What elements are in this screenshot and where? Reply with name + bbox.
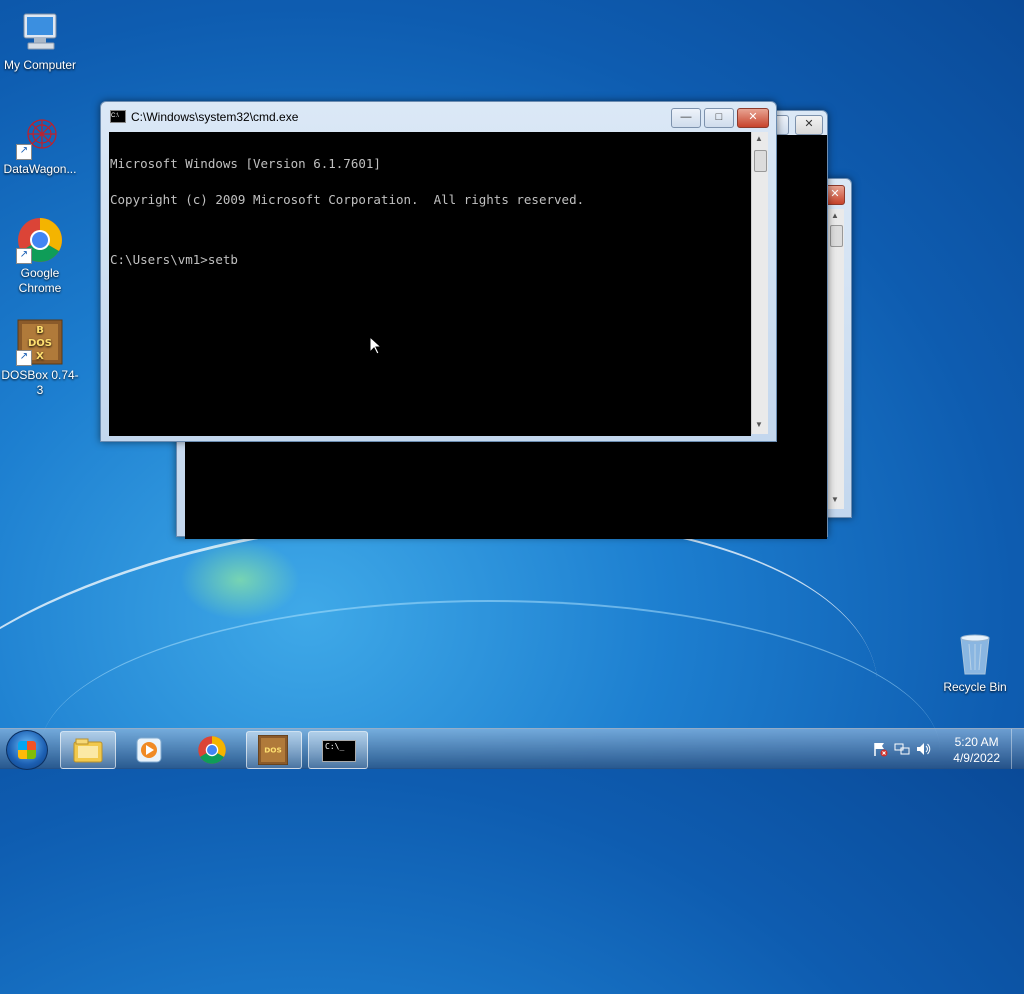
clock[interactable]: 5:20 AM 4/9/2022 [953, 734, 1000, 766]
show-desktop-button[interactable] [1011, 729, 1024, 769]
console-output-area[interactable]: Microsoft Windows [Version 6.1.7601] Cop… [109, 132, 751, 436]
console-prompt-line[interactable]: C:\Users\vm1>setb [110, 253, 750, 266]
start-button[interactable] [6, 730, 48, 770]
desktop-icon-recycle-bin[interactable]: Recycle Bin [935, 630, 1015, 695]
desktop-icon-google-chrome[interactable]: ↗ Google Chrome [0, 216, 80, 296]
window-title: C:\Windows\system32\cmd.exe [131, 110, 299, 124]
desktop-icon-datawagon[interactable]: ↗ DataWagon... [0, 112, 80, 177]
scroll-thumb[interactable] [830, 225, 843, 247]
action-center-flag-icon[interactable] [872, 741, 888, 757]
scroll-down-icon[interactable]: ▼ [755, 420, 763, 429]
dosbox-icon: B DOS X ↗ [16, 318, 64, 366]
computer-icon [16, 8, 64, 56]
svg-text:DOS: DOS [28, 338, 52, 349]
taskbar-item-cmd[interactable]: C:\_ [308, 731, 368, 769]
close-button[interactable]: ✕ [825, 185, 845, 205]
windows-explorer-icon [73, 738, 103, 763]
taskbar-item-media-player[interactable] [122, 731, 176, 767]
cmd-icon: C:\ [110, 110, 126, 123]
console-line: Copyright (c) 2009 Microsoft Corporation… [110, 192, 585, 207]
desktop-icon-label: My Computer [3, 58, 77, 72]
network-icon[interactable] [894, 741, 910, 757]
desktop-icon-label: DataWagon... [3, 162, 77, 176]
cmd-icon: C:\_ [322, 740, 356, 762]
console-line: Microsoft Windows [Version 6.1.7601] [110, 156, 381, 171]
clock-time: 5:20 AM [954, 735, 999, 749]
media-player-icon [136, 737, 162, 763]
mouse-pointer-icon [369, 336, 383, 355]
svg-text:X: X [36, 351, 44, 362]
chrome-icon [198, 736, 226, 764]
shortcut-arrow-icon: ↗ [16, 248, 32, 264]
vertical-scrollbar[interactable]: ▲ ▼ [827, 209, 844, 509]
scroll-thumb[interactable] [754, 150, 767, 172]
system-tray: 5:20 AM 4/9/2022 [864, 729, 1024, 769]
scroll-up-icon[interactable]: ▲ [755, 134, 763, 143]
desktop-icon-label: Recycle Bin [943, 680, 1007, 694]
close-button[interactable]: ✕ [795, 115, 823, 135]
scroll-up-icon[interactable]: ▲ [831, 211, 839, 220]
windows-logo-icon [18, 741, 36, 759]
maximize-button[interactable]: □ [704, 108, 734, 128]
desktop-icon-dosbox[interactable]: B DOS X ↗ DOSBox 0.74-3 [0, 318, 80, 398]
svg-text:DOS: DOS [264, 746, 282, 755]
minimize-button[interactable]: — [671, 108, 701, 128]
desktop-icon-label: DOSBox 0.74-3 [1, 368, 79, 397]
taskbar: DOS C:\_ 5:20 AM 4/9/2022 [0, 728, 1024, 770]
taskbar-item-chrome[interactable] [185, 731, 239, 767]
shortcut-arrow-icon: ↗ [16, 350, 32, 366]
shortcut-arrow-icon: ↗ [16, 144, 32, 160]
close-button[interactable]: ✕ [737, 108, 769, 128]
clock-date: 4/9/2022 [953, 751, 1000, 765]
cmd-window[interactable]: C:\ C:\Windows\system32\cmd.exe — □ ✕ Mi… [100, 101, 777, 442]
scroll-down-icon[interactable]: ▼ [831, 495, 839, 504]
desktop-icon-my-computer[interactable]: My Computer [0, 8, 80, 73]
volume-icon[interactable] [916, 741, 932, 757]
chrome-icon: ↗ [16, 216, 64, 264]
vertical-scrollbar[interactable]: ▲ ▼ [751, 132, 768, 434]
dosbox-icon: DOS [258, 735, 288, 765]
recycle-bin-icon [951, 630, 999, 678]
desktop-icon-label: Google Chrome [18, 266, 62, 295]
datawagon-icon: ↗ [16, 112, 64, 160]
svg-text:B: B [36, 325, 44, 336]
taskbar-item-explorer[interactable] [60, 731, 116, 769]
wallpaper-glow [180, 540, 300, 620]
taskbar-item-dosbox[interactable]: DOS [246, 731, 302, 769]
title-bar[interactable]: C:\ C:\Windows\system32\cmd.exe — □ ✕ [101, 102, 776, 130]
